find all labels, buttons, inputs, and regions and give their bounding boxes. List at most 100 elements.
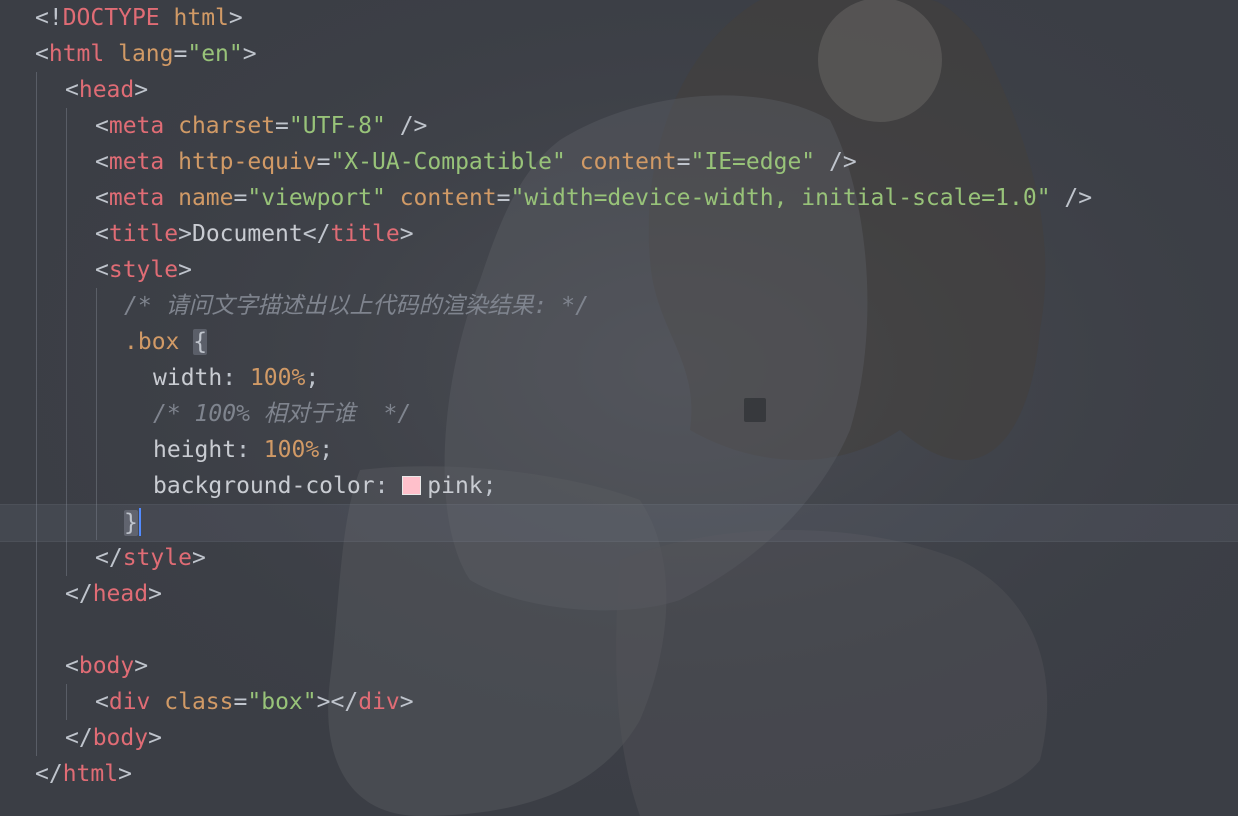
token-tag: html (62, 761, 119, 787)
token-attr: content (399, 185, 497, 211)
code-line[interactable]: <div class="box"></div> (0, 684, 1238, 720)
token-comment: /* 100% 相对于谁 */ (153, 401, 412, 427)
token-text: Document (191, 221, 303, 247)
token-tag: head (92, 581, 149, 607)
token-punc: > (399, 689, 414, 715)
token-punc: > (118, 761, 132, 787)
token-tag: style (108, 257, 179, 283)
token-comment: /* 请问文字描述出以上代码的渲染结果: */ (124, 293, 589, 319)
token-punc: < (95, 185, 109, 211)
token-tag: title (330, 221, 400, 247)
token-punc: </ (65, 725, 93, 751)
token-attr: html (173, 5, 229, 31)
token-punc: > (228, 5, 243, 31)
token-punc: = (676, 149, 691, 175)
code-line[interactable]: <!DOCTYPE html> (0, 0, 1238, 36)
token-punc: : (236, 437, 264, 463)
token-tag: html (48, 41, 105, 67)
token-punc: </ (95, 545, 123, 571)
token-string: "en" (187, 41, 243, 67)
token-tag: title (108, 221, 179, 247)
token-tag: meta (108, 149, 165, 175)
token-string: "X-UA-Compatible" (330, 149, 566, 175)
token-punc: < (95, 689, 109, 715)
token-punc: > (399, 221, 414, 247)
code-line[interactable]: <meta http-equiv="X-UA-Compatible" conte… (0, 144, 1238, 180)
token-punc: /> (829, 149, 857, 175)
token-punc: : (374, 473, 403, 499)
token-string: "box" (247, 689, 317, 715)
token-string: "viewport" (247, 185, 386, 211)
token-punc: < (95, 113, 109, 139)
token-attr: charset (178, 113, 276, 139)
token-punc: > (148, 581, 162, 607)
code-line[interactable]: </html> (0, 756, 1238, 792)
token-tag: style (122, 545, 192, 571)
token-property: height (153, 437, 237, 463)
token-value: pink (427, 473, 483, 499)
token-doctype: DOCTYPE (62, 5, 160, 31)
token-punc: > (178, 221, 192, 247)
token-punc: = (275, 113, 289, 139)
code-line[interactable]: background-color: pink; (0, 468, 1238, 504)
token-tag: body (92, 725, 149, 751)
token-number: 100% (263, 437, 320, 463)
token-punc: = (233, 689, 248, 715)
code-line[interactable]: /* 100% 相对于谁 */ (0, 396, 1238, 432)
token-punc: </ (35, 761, 63, 787)
code-content[interactable]: <!DOCTYPE html> <html lang="en"> <head> … (0, 0, 1238, 816)
token-attr: http-equiv (178, 149, 317, 175)
code-line-empty[interactable] (0, 612, 1238, 648)
token-punc: > (316, 689, 331, 715)
token-punc: </ (330, 689, 359, 715)
token-attr: class (164, 689, 234, 715)
token-selector: .box (124, 329, 180, 355)
token-punc: /> (1064, 185, 1093, 211)
code-editor[interactable]: <!DOCTYPE html> <html lang="en"> <head> … (0, 0, 1238, 816)
code-line[interactable]: height: 100%; (0, 432, 1238, 468)
code-line[interactable]: /* 请问文字描述出以上代码的渲染结果: */ (0, 288, 1238, 324)
code-line[interactable]: <meta charset="UTF-8" /> (0, 108, 1238, 144)
code-line[interactable]: <html lang="en"> (0, 36, 1238, 72)
token-string: "width=device-width, initial-scale=1.0" (510, 185, 1051, 211)
token-number: 100% (249, 365, 306, 391)
token-punc: > (178, 257, 192, 283)
token-punc: ; (305, 365, 320, 391)
token-punc: = (233, 185, 248, 211)
token-punc: > (134, 77, 149, 103)
token-attr: content (579, 149, 677, 175)
token-punc: < (95, 257, 109, 283)
token-punc: < (35, 41, 49, 67)
token-punc: = (316, 149, 331, 175)
code-line-active[interactable]: } (0, 504, 1238, 542)
code-line[interactable]: <style> (0, 252, 1238, 288)
token-string: "UTF-8" (288, 113, 386, 139)
token-property: background-color (153, 473, 375, 499)
code-line[interactable]: <meta name="viewport" content="width=dev… (0, 180, 1238, 216)
code-line[interactable]: <body> (0, 648, 1238, 684)
code-line[interactable]: </style> (0, 540, 1238, 576)
token-brace-open: { (193, 329, 208, 355)
code-line[interactable]: width: 100%; (0, 360, 1238, 396)
token-string: "IE=edge" (690, 149, 816, 175)
code-line[interactable]: .box { (0, 324, 1238, 360)
token-punc: ; (482, 473, 497, 499)
token-punc: < (65, 653, 79, 679)
token-tag: meta (108, 185, 165, 211)
text-cursor (138, 508, 141, 536)
token-tag: body (78, 653, 135, 679)
code-line[interactable]: </head> (0, 576, 1238, 612)
token-punc: /> (399, 113, 428, 139)
token-brace-close: } (124, 510, 138, 536)
token-tag: head (78, 77, 135, 103)
token-punc: = (173, 41, 188, 67)
code-line[interactable]: <head> (0, 72, 1238, 108)
token-punc: > (148, 725, 162, 751)
token-punc: < (95, 221, 109, 247)
code-line[interactable]: <title>Document</title> (0, 216, 1238, 252)
code-line[interactable]: </body> (0, 720, 1238, 756)
token-punc: </ (302, 221, 331, 247)
token-punc: < (95, 149, 109, 175)
token-punc: = (496, 185, 511, 211)
color-swatch[interactable] (402, 476, 422, 495)
